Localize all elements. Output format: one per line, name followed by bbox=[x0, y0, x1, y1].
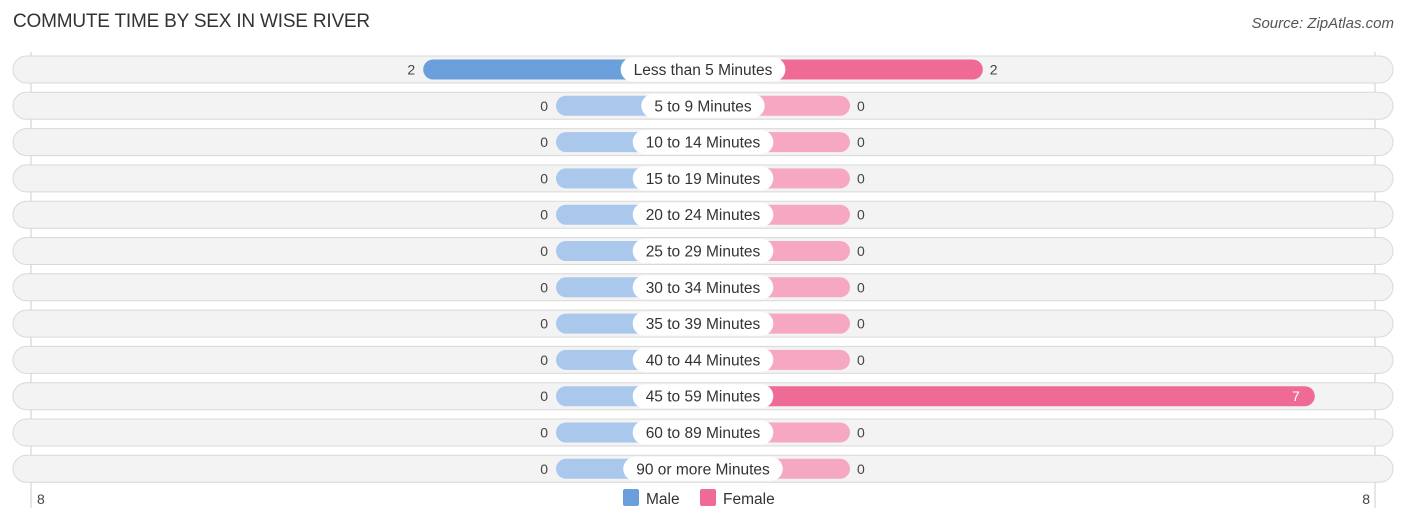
value-label-male: 0 bbox=[540, 243, 548, 259]
legend-label-male: Male bbox=[646, 491, 680, 508]
value-label-female: 0 bbox=[857, 316, 865, 332]
chart-area: 2 2 Less than 5 Minutes 0 0 5 to 9 Minutes 0 0 1… bbox=[12, 52, 1394, 508]
value-label-male: 0 bbox=[540, 461, 548, 477]
category-label: 40 to 44 Minutes bbox=[646, 352, 761, 369]
category-label: 45 to 59 Minutes bbox=[646, 389, 761, 406]
value-label-female: 0 bbox=[857, 207, 865, 223]
category-label: 60 to 89 Minutes bbox=[646, 425, 761, 442]
value-label-male: 0 bbox=[540, 279, 548, 295]
value-label-female: 0 bbox=[857, 461, 865, 477]
value-label-male: 0 bbox=[540, 170, 548, 186]
value-label-female: 0 bbox=[857, 170, 865, 186]
category-label: 5 to 9 Minutes bbox=[654, 98, 752, 115]
value-label-female: 0 bbox=[857, 425, 865, 441]
legend-swatch-female bbox=[700, 489, 716, 506]
category-label: 25 to 29 Minutes bbox=[646, 244, 761, 261]
value-label-female: 0 bbox=[857, 352, 865, 368]
bar-female bbox=[703, 386, 1315, 407]
category-label: 10 to 14 Minutes bbox=[646, 135, 761, 152]
category-label: 30 to 34 Minutes bbox=[646, 280, 761, 297]
value-label-male: 0 bbox=[540, 98, 548, 114]
value-label-male: 2 bbox=[407, 62, 415, 78]
category-label: 35 to 39 Minutes bbox=[646, 316, 761, 333]
legend-label-female: Female bbox=[723, 491, 775, 508]
category-label: 90 or more Minutes bbox=[636, 461, 770, 478]
category-label: 20 to 24 Minutes bbox=[646, 207, 761, 224]
value-label-female: 0 bbox=[857, 279, 865, 295]
axis-label-left: 8 bbox=[37, 491, 45, 507]
value-label-female: 0 bbox=[857, 134, 865, 150]
legend-swatch-male bbox=[623, 489, 639, 506]
value-label-female: 2 bbox=[990, 62, 998, 78]
value-label-male: 0 bbox=[540, 352, 548, 368]
value-label-female: 0 bbox=[857, 243, 865, 259]
category-label: Less than 5 Minutes bbox=[634, 62, 773, 79]
value-label-male: 0 bbox=[540, 316, 548, 332]
value-label-male: 0 bbox=[540, 425, 548, 441]
value-label-female: 0 bbox=[857, 98, 865, 114]
value-label-male: 0 bbox=[540, 207, 548, 223]
category-label: 15 to 19 Minutes bbox=[646, 171, 761, 188]
value-label-male: 0 bbox=[540, 388, 548, 404]
value-label-male: 0 bbox=[540, 134, 548, 150]
axis-label-right: 8 bbox=[1362, 491, 1370, 507]
value-label-female: 7 bbox=[1292, 388, 1300, 404]
